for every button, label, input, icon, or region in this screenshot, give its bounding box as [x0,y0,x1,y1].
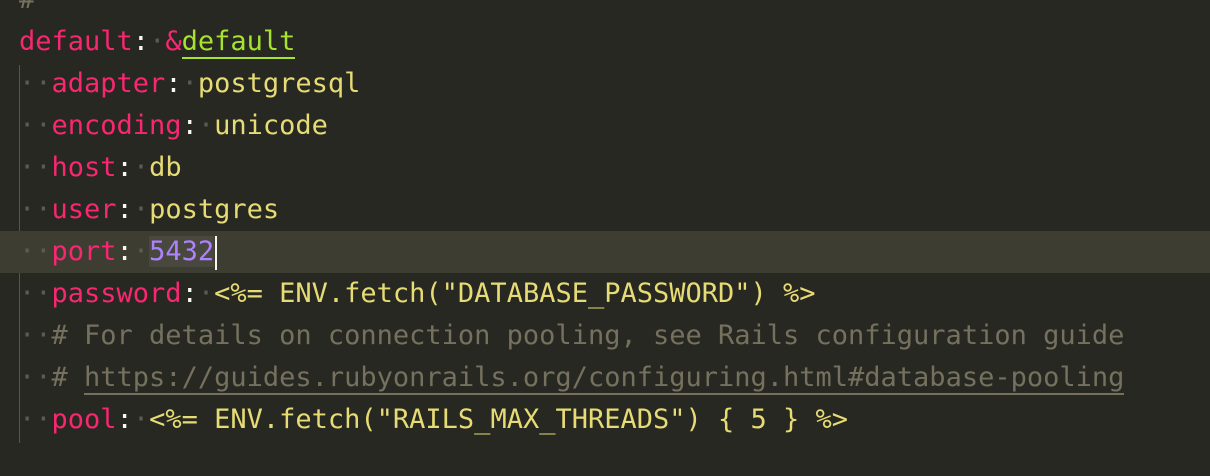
code-line[interactable]: ··adapter:·postgresql [0,63,1210,105]
comment-text: # For details on connection pooling, see… [51,320,1125,351]
whitespace-dot: · [197,110,215,141]
whitespace-dot: · [181,68,198,99]
whitespace-dot: ·· [19,152,52,183]
yaml-key: port [51,236,117,267]
code-line[interactable]: ··encoding:·unicode [0,105,1210,147]
code-line[interactable]: ··host:·db [0,147,1210,189]
whitespace-dot: · [132,236,150,267]
code-line[interactable]: default:·&default [0,21,1210,63]
erb-value: <%= ENV.fetch("RAILS_MAX_THREADS") { 5 }… [149,404,849,435]
whitespace-dot: ·· [19,278,52,309]
code-editor[interactable]: # default:·&default ··adapter:·postgresq… [0,0,1210,476]
yaml-key: user [51,194,117,225]
comment-text: # [19,0,35,15]
whitespace-dot: ·· [19,404,52,435]
yaml-key: encoding [51,110,182,141]
colon: : [116,236,133,267]
comment-prefix: # [51,362,85,393]
code-line[interactable]: # [0,0,1210,21]
yaml-key: pool [51,404,117,435]
whitespace-dot: · [132,404,150,435]
whitespace-dot: ·· [19,110,52,141]
code-line[interactable]: ··# https://guides.rubyonrails.org/confi… [0,357,1210,399]
whitespace-dot: · [132,152,150,183]
colon: : [181,278,198,309]
colon: : [132,26,150,57]
colon: : [181,110,198,141]
current-code-line[interactable]: ··port:·5432 [0,231,1210,273]
anchor-name: default [181,26,296,59]
selected-number-value[interactable]: 5432 [149,236,215,267]
comment-link[interactable]: https://guides.rubyonrails.org/configuri… [84,362,1125,395]
yaml-value: postgres [149,194,280,225]
colon: : [116,152,133,183]
text-cursor [215,235,218,270]
yaml-key: password [51,278,182,309]
whitespace-dot: ·· [19,236,52,267]
whitespace-dot: ·· [19,362,52,393]
colon: : [116,194,133,225]
anchor-marker: & [165,26,182,57]
whitespace-dot: ·· [19,68,52,99]
code-line[interactable]: ··# For details on connection pooling, s… [0,315,1210,357]
yaml-key: host [51,152,117,183]
whitespace-dot: ·· [19,194,52,225]
code-line[interactable]: ··user:·postgres [0,189,1210,231]
yaml-key: default [19,26,133,57]
whitespace-dot: ·· [19,320,52,351]
yaml-key: adapter [51,68,166,99]
erb-value: <%= ENV.fetch("DATABASE_PASSWORD") %> [214,278,816,309]
yaml-value: unicode [214,110,328,141]
colon: : [116,404,133,435]
code-line[interactable]: ··pool:·<%= ENV.fetch("RAILS_MAX_THREADS… [0,399,1210,441]
code-line[interactable]: ··password:·<%= ENV.fetch("DATABASE_PASS… [0,273,1210,315]
colon: : [165,68,182,99]
whitespace-dot: · [197,278,215,309]
yaml-value: db [149,152,182,183]
whitespace-dot: · [132,194,150,225]
yaml-value: postgresql [197,68,361,99]
whitespace-dot: · [149,26,166,57]
